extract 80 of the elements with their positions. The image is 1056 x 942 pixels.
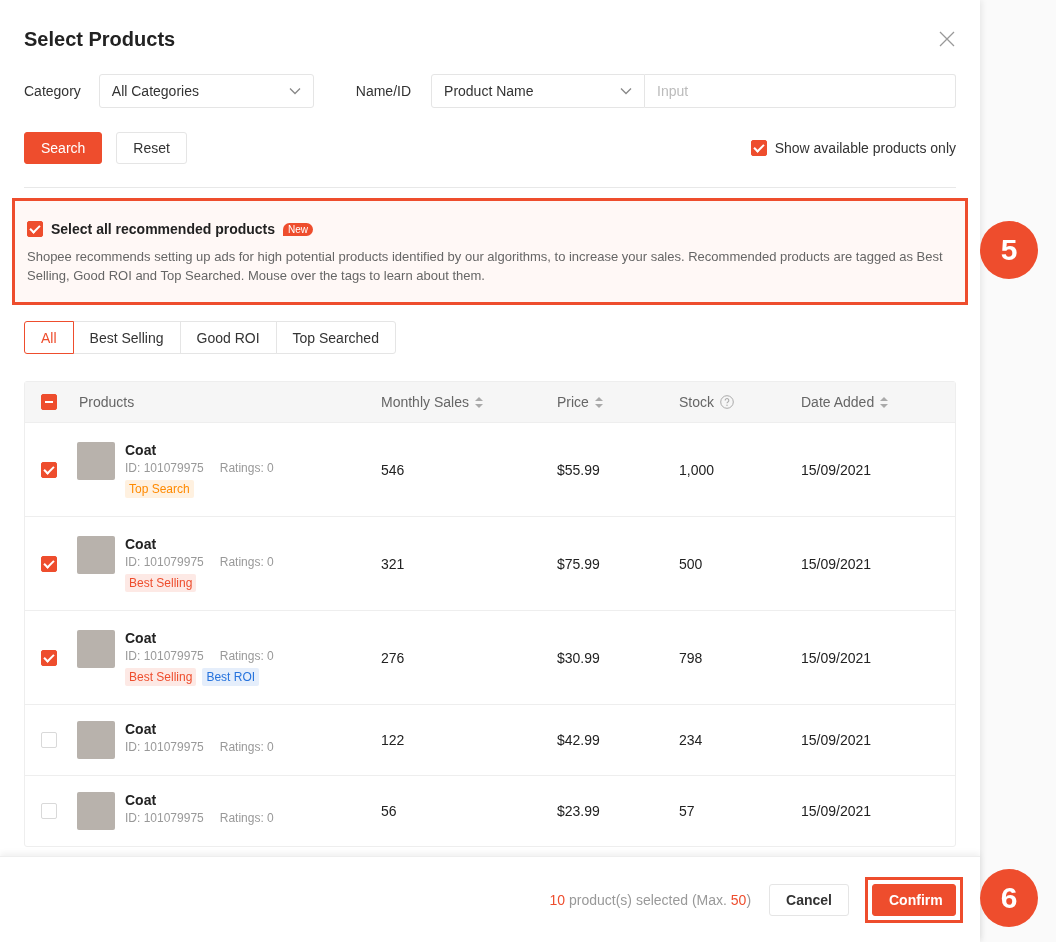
photo-placeholder bbox=[77, 535, 115, 574]
reset-button[interactable]: Reset bbox=[116, 132, 187, 164]
product-id: ID: 101079975 bbox=[125, 811, 204, 825]
cancel-button[interactable]: Cancel bbox=[769, 883, 849, 916]
table-cell-text: $55.99 bbox=[556, 461, 600, 478]
name-id-label: Name/ID bbox=[355, 83, 412, 99]
filter-tab[interactable]: Top Searched bbox=[275, 321, 396, 354]
table-cell: 15/09/2021 bbox=[801, 555, 872, 572]
product-ratings: Ratings: 0 bbox=[219, 460, 274, 475]
help-icon[interactable] bbox=[720, 395, 734, 409]
recommendation-description: Shopee recommends setting up ads for high potential products identified by our algorithms, to increase your sales. Recommended products are tagged as Best Selling, Good ROI and Top Searched. Mouse over the tags to learn about them. bbox=[27, 248, 944, 285]
column-header: Monthly Sales bbox=[381, 394, 469, 410]
step-number-badge: 6 bbox=[980, 869, 1038, 927]
product-id: ID: 101079975 bbox=[125, 740, 204, 754]
table-cell-text: 798 bbox=[678, 649, 703, 666]
checkbox[interactable] bbox=[750, 140, 767, 156]
product-tag[interactable]: Best ROI bbox=[202, 667, 260, 686]
close-button[interactable] bbox=[938, 30, 956, 48]
dialog-title: Select Products bbox=[24, 27, 176, 51]
column-header: Stock bbox=[679, 394, 714, 410]
checkbox[interactable] bbox=[27, 221, 43, 237]
column-header: Date Added bbox=[801, 394, 875, 410]
step-number-badge: 5 bbox=[980, 221, 1038, 279]
product-name: Coat bbox=[125, 721, 158, 737]
checkbox-label: Select all recommended products bbox=[51, 221, 276, 237]
column-header: Price bbox=[557, 394, 589, 410]
table-cell: 15/09/2021 bbox=[801, 732, 872, 748]
category-label: Category bbox=[24, 83, 81, 99]
table-cell-text: 56 bbox=[380, 803, 397, 819]
product-ratings: Ratings: 0 bbox=[219, 811, 274, 825]
photo-placeholder bbox=[77, 721, 115, 759]
filter-tab[interactable]: Best Selling bbox=[72, 321, 181, 354]
new-badge: New bbox=[283, 222, 314, 236]
product-id: ID: 101079975 bbox=[125, 554, 204, 569]
checkbox[interactable] bbox=[41, 649, 57, 666]
photo-placeholder bbox=[77, 629, 115, 668]
table-cell: 15/09/2021 bbox=[801, 461, 872, 478]
product-name: Coat bbox=[125, 535, 158, 552]
search-field[interactable]: Input bbox=[645, 74, 956, 108]
photo-placeholder bbox=[77, 792, 115, 830]
chevron-down-icon bbox=[288, 87, 301, 95]
table-cell: 15/09/2021 bbox=[801, 803, 872, 819]
table-cell-text: 500 bbox=[678, 555, 703, 572]
product-name: Coat bbox=[125, 792, 158, 808]
checkbox[interactable] bbox=[41, 394, 57, 410]
product-ratings: Ratings: 0 bbox=[219, 648, 274, 663]
chevron-down-icon bbox=[620, 87, 633, 95]
filter-tab[interactable]: All bbox=[24, 321, 74, 354]
table-cell-text: 276 bbox=[380, 649, 405, 666]
table-cell-text: $42.99 bbox=[556, 732, 600, 748]
product-id: ID: 101079975 bbox=[125, 460, 204, 475]
table-cell-text: 234 bbox=[678, 732, 703, 748]
sort-icon[interactable] bbox=[880, 396, 889, 408]
table-cell-text: 321 bbox=[380, 555, 405, 572]
product-name: Coat bbox=[125, 629, 158, 646]
column-header: Products bbox=[79, 394, 135, 410]
confirm-button[interactable]: Confirm bbox=[872, 883, 956, 916]
checkbox[interactable] bbox=[41, 461, 57, 478]
photo-placeholder bbox=[77, 441, 115, 480]
product-ratings: Ratings: 0 bbox=[219, 740, 274, 754]
product-ratings: Ratings: 0 bbox=[219, 554, 274, 569]
sort-icon[interactable] bbox=[594, 396, 603, 408]
checkbox[interactable] bbox=[41, 555, 57, 572]
table-cell-text: $30.99 bbox=[556, 649, 600, 666]
search-type-select[interactable]: Product Name bbox=[431, 74, 646, 108]
filter-tab[interactable]: Good ROI bbox=[179, 321, 277, 354]
product-id: ID: 101079975 bbox=[125, 648, 204, 663]
selection-count: 10 product(s) selected (Max. 50) bbox=[549, 891, 752, 908]
product-name: Coat bbox=[125, 441, 158, 458]
table-cell-text: 122 bbox=[380, 732, 405, 748]
category-select[interactable]: All Categories bbox=[98, 74, 314, 108]
search-button[interactable]: Search bbox=[24, 132, 103, 164]
table-cell-text: $23.99 bbox=[556, 803, 600, 819]
table-cell-text: $75.99 bbox=[556, 555, 600, 572]
table-cell-text: 57 bbox=[678, 803, 695, 819]
sort-icon[interactable] bbox=[474, 396, 483, 408]
table-cell-text: 546 bbox=[380, 461, 405, 478]
checkbox-label: Show available products only bbox=[774, 140, 956, 156]
table-cell: 15/09/2021 bbox=[801, 649, 872, 666]
table-cell-text: 1,000 bbox=[678, 461, 715, 478]
